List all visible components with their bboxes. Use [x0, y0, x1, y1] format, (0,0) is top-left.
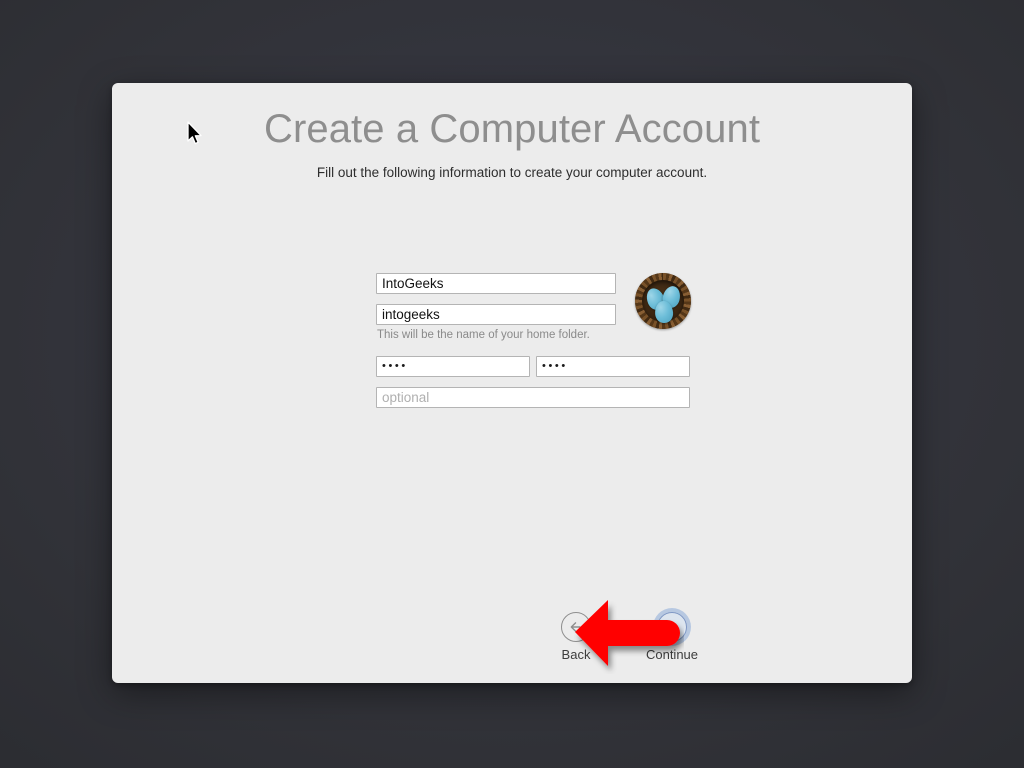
account-picture-avatar[interactable]: [635, 273, 691, 329]
full-name-input[interactable]: IntoGeeks: [376, 273, 616, 294]
arrow-right-glyph: [666, 622, 678, 632]
password-input[interactable]: ••••: [376, 356, 530, 377]
hint-input[interactable]: optional: [376, 387, 690, 408]
password-confirm-input[interactable]: ••••: [536, 356, 690, 377]
continue-button[interactable]: Continue: [630, 612, 714, 662]
back-button-label: Back: [561, 647, 591, 662]
installer-window: Create a Computer Account Fill out the f…: [112, 83, 912, 683]
desktop-background: Create a Computer Account Fill out the f…: [0, 0, 1024, 768]
account-name-input[interactable]: intogeeks: [376, 304, 616, 325]
arrow-left-circle-icon: [561, 612, 591, 642]
arrow-left-glyph: [570, 622, 581, 632]
back-button[interactable]: Back: [534, 612, 618, 662]
account-form: Full name: IntoGeeks Account name: intog…: [112, 83, 912, 683]
account-name-helper-text: This will be the name of your home folde…: [377, 329, 590, 341]
continue-button-label: Continue: [645, 647, 699, 662]
arrow-right-circle-icon: [657, 612, 687, 642]
